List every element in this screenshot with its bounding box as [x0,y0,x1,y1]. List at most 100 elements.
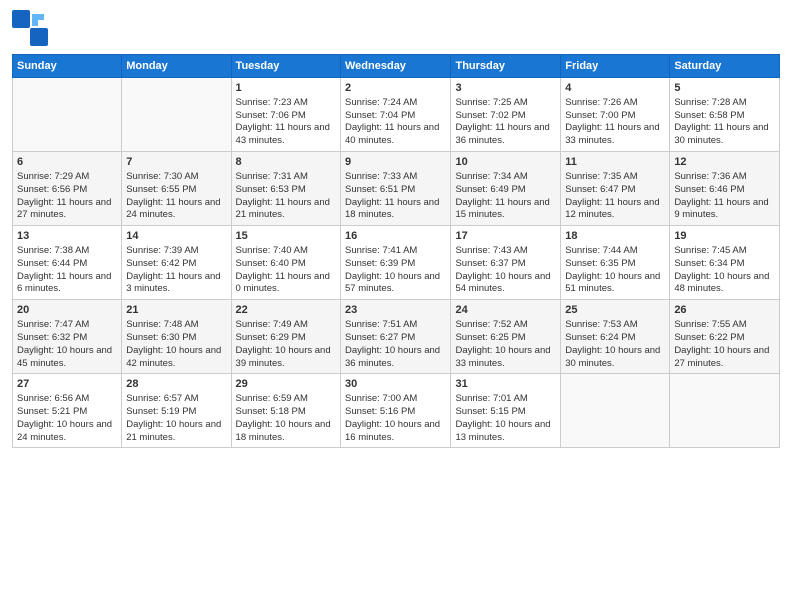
calendar-week-row: 20Sunrise: 7:47 AMSunset: 6:32 PMDayligh… [13,300,780,374]
calendar-table: SundayMondayTuesdayWednesdayThursdayFrid… [12,54,780,448]
day-info: Sunrise: 7:36 AM [674,171,775,184]
day-number: 6 [17,155,117,170]
day-info: Daylight: 10 hours and 27 minutes. [674,345,775,371]
day-info: Daylight: 11 hours and 43 minutes. [236,122,336,148]
day-info: Sunset: 7:04 PM [345,110,446,123]
day-info: Daylight: 11 hours and 27 minutes. [17,197,117,223]
calendar-day-cell: 6Sunrise: 7:29 AMSunset: 6:56 PMDaylight… [13,152,122,226]
day-info: Daylight: 11 hours and 9 minutes. [674,197,775,223]
day-info: Sunrise: 7:24 AM [345,97,446,110]
calendar-day-cell: 24Sunrise: 7:52 AMSunset: 6:25 PMDayligh… [451,300,561,374]
calendar-week-row: 1Sunrise: 7:23 AMSunset: 7:06 PMDaylight… [13,78,780,152]
day-number: 25 [565,303,665,318]
calendar-day-cell [561,374,670,448]
day-number: 21 [126,303,226,318]
day-number: 17 [455,229,556,244]
day-info: Sunset: 6:47 PM [565,184,665,197]
day-number: 28 [126,377,226,392]
calendar-day-cell: 13Sunrise: 7:38 AMSunset: 6:44 PMDayligh… [13,226,122,300]
day-of-week-header: Sunday [13,55,122,78]
day-info: Daylight: 11 hours and 33 minutes. [565,122,665,148]
day-info: Sunrise: 7:34 AM [455,171,556,184]
day-info: Sunrise: 7:25 AM [455,97,556,110]
day-info: Sunset: 5:15 PM [455,406,556,419]
calendar-day-cell: 23Sunrise: 7:51 AMSunset: 6:27 PMDayligh… [341,300,451,374]
calendar-day-cell: 10Sunrise: 7:34 AMSunset: 6:49 PMDayligh… [451,152,561,226]
calendar-day-cell: 29Sunrise: 6:59 AMSunset: 5:18 PMDayligh… [231,374,340,448]
calendar-day-cell: 1Sunrise: 7:23 AMSunset: 7:06 PMDaylight… [231,78,340,152]
calendar-day-cell: 21Sunrise: 7:48 AMSunset: 6:30 PMDayligh… [122,300,231,374]
day-of-week-header: Tuesday [231,55,340,78]
day-info: Sunset: 5:21 PM [17,406,117,419]
day-info: Daylight: 10 hours and 51 minutes. [565,271,665,297]
day-number: 12 [674,155,775,170]
day-info: Daylight: 11 hours and 12 minutes. [565,197,665,223]
calendar-day-cell: 27Sunrise: 6:56 AMSunset: 5:21 PMDayligh… [13,374,122,448]
day-info: Daylight: 10 hours and 21 minutes. [126,419,226,445]
calendar-day-cell [13,78,122,152]
day-info: Sunset: 5:19 PM [126,406,226,419]
day-number: 10 [455,155,556,170]
day-info: Sunrise: 7:45 AM [674,245,775,258]
day-info: Sunrise: 6:57 AM [126,393,226,406]
day-of-week-header: Thursday [451,55,561,78]
calendar-day-cell: 7Sunrise: 7:30 AMSunset: 6:55 PMDaylight… [122,152,231,226]
day-info: Sunset: 6:22 PM [674,332,775,345]
day-info: Sunset: 6:53 PM [236,184,336,197]
day-info: Sunset: 6:30 PM [126,332,226,345]
calendar-day-cell: 4Sunrise: 7:26 AMSunset: 7:00 PMDaylight… [561,78,670,152]
day-info: Sunrise: 7:53 AM [565,319,665,332]
page-header [12,10,780,46]
day-info: Sunrise: 7:23 AM [236,97,336,110]
day-number: 2 [345,81,446,96]
calendar-day-cell: 30Sunrise: 7:00 AMSunset: 5:16 PMDayligh… [341,374,451,448]
day-info: Daylight: 11 hours and 6 minutes. [17,271,117,297]
day-info: Daylight: 10 hours and 13 minutes. [455,419,556,445]
day-info: Sunset: 6:58 PM [674,110,775,123]
day-info: Sunset: 5:18 PM [236,406,336,419]
day-info: Sunrise: 7:55 AM [674,319,775,332]
day-number: 22 [236,303,336,318]
day-info: Sunset: 5:16 PM [345,406,446,419]
day-info: Sunset: 6:49 PM [455,184,556,197]
day-number: 4 [565,81,665,96]
day-number: 5 [674,81,775,96]
day-number: 9 [345,155,446,170]
day-info: Sunrise: 7:31 AM [236,171,336,184]
day-info: Sunrise: 7:49 AM [236,319,336,332]
day-number: 29 [236,377,336,392]
day-info: Daylight: 11 hours and 40 minutes. [345,122,446,148]
day-info: Sunrise: 7:30 AM [126,171,226,184]
day-info: Sunrise: 7:01 AM [455,393,556,406]
day-number: 13 [17,229,117,244]
day-info: Sunrise: 7:29 AM [17,171,117,184]
day-info: Sunrise: 7:35 AM [565,171,665,184]
day-number: 14 [126,229,226,244]
day-info: Daylight: 11 hours and 18 minutes. [345,197,446,223]
day-info: Sunset: 6:39 PM [345,258,446,271]
calendar-day-cell: 8Sunrise: 7:31 AMSunset: 6:53 PMDaylight… [231,152,340,226]
day-info: Daylight: 11 hours and 3 minutes. [126,271,226,297]
day-info: Sunset: 6:32 PM [17,332,117,345]
calendar-day-cell: 25Sunrise: 7:53 AMSunset: 6:24 PMDayligh… [561,300,670,374]
calendar-header-row: SundayMondayTuesdayWednesdayThursdayFrid… [13,55,780,78]
day-info: Sunset: 6:27 PM [345,332,446,345]
day-number: 3 [455,81,556,96]
calendar-week-row: 27Sunrise: 6:56 AMSunset: 5:21 PMDayligh… [13,374,780,448]
day-number: 19 [674,229,775,244]
day-info: Daylight: 10 hours and 33 minutes. [455,345,556,371]
day-number: 11 [565,155,665,170]
day-info: Sunset: 6:25 PM [455,332,556,345]
calendar-day-cell: 15Sunrise: 7:40 AMSunset: 6:40 PMDayligh… [231,226,340,300]
day-info: Sunset: 7:02 PM [455,110,556,123]
day-info: Sunrise: 7:39 AM [126,245,226,258]
calendar-day-cell: 18Sunrise: 7:44 AMSunset: 6:35 PMDayligh… [561,226,670,300]
day-info: Daylight: 10 hours and 39 minutes. [236,345,336,371]
day-of-week-header: Monday [122,55,231,78]
day-info: Sunset: 7:00 PM [565,110,665,123]
day-info: Sunrise: 7:44 AM [565,245,665,258]
day-info: Sunset: 6:24 PM [565,332,665,345]
calendar-week-row: 13Sunrise: 7:38 AMSunset: 6:44 PMDayligh… [13,226,780,300]
logo [12,10,52,46]
day-info: Sunrise: 7:00 AM [345,393,446,406]
